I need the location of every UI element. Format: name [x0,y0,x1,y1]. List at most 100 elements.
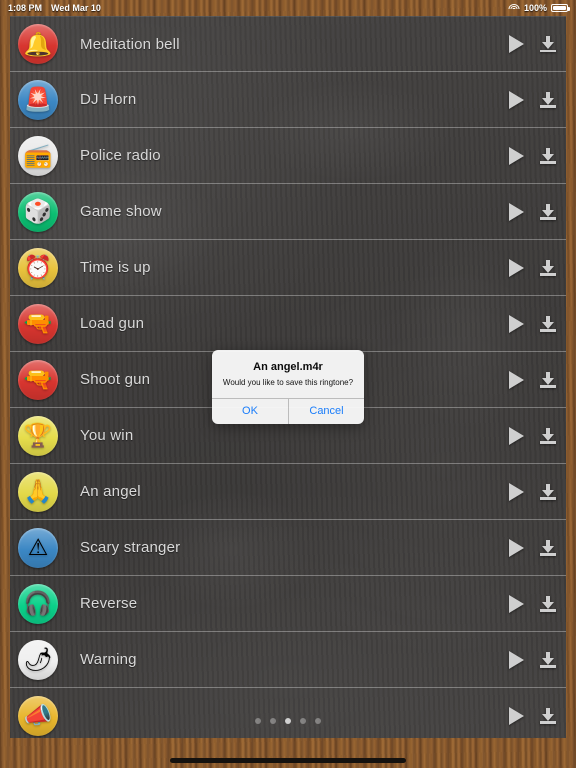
icon-glyph: ⏰ [23,254,53,280]
dialog-title: An angel.m4r [253,361,323,373]
download-icon[interactable] [540,371,556,388]
icon-glyph: 🔔 [23,30,53,57]
save-ringtone-dialog: An angel.m4r Would you like to save this… [212,350,364,424]
play-icon[interactable] [509,370,524,389]
status-time: 1:08 PM [8,3,43,13]
play-icon[interactable] [509,258,524,277]
icon-glyph: ⚠ [27,534,49,560]
list-item-actions [509,258,566,277]
list-item[interactable]: 🙏 An angel [10,464,566,520]
download-icon[interactable] [540,539,556,556]
pistol-dark-icon: 🔫 [18,359,58,400]
headphones-icon: 🎧 [18,583,58,624]
download-icon[interactable] [540,427,556,444]
page-dot[interactable] [300,718,306,724]
icon-glyph: 🚨 [23,86,53,112]
list-item-actions [509,146,566,165]
dice-icon: 🎲 [18,191,58,232]
icon-glyph: 🔫 [23,310,53,336]
icon-glyph: 🔫 [23,366,53,392]
download-icon[interactable] [540,203,556,220]
list-item-actions [509,314,566,333]
page-dot[interactable] [315,718,321,724]
list-item[interactable]: 🌶 Warning [10,632,566,688]
play-icon[interactable] [509,35,524,53]
battery-full-icon [551,4,570,12]
page-dot[interactable] [285,718,291,724]
list-item[interactable]: ⚠ Scary stranger [10,520,566,576]
home-indicator[interactable] [170,758,406,763]
list-item-actions [509,202,566,221]
dialog-message: Would you like to save this ringtone? [222,378,354,387]
play-icon[interactable] [509,146,524,165]
page-dot[interactable] [255,718,261,724]
download-icon[interactable] [540,91,556,108]
list-item-label: Warning [80,651,137,668]
status-bar-right: 100% [508,3,570,13]
play-icon[interactable] [509,202,524,221]
play-icon[interactable] [509,426,524,445]
siren-icon: 🚨 [18,79,58,120]
download-icon[interactable] [540,483,556,500]
device-frame: 1:08 PM Wed Mar 10 100% 🔔 Meditation bell… [0,0,576,768]
list-item-actions [509,482,566,501]
play-icon[interactable] [509,482,524,501]
list-item[interactable]: 🎧 Reverse [10,576,566,632]
list-item-label: Scary stranger [80,539,181,556]
download-icon[interactable] [540,595,556,612]
list-item-label: An angel [80,483,141,500]
list-item-actions [509,538,566,557]
status-bar: 1:08 PM Wed Mar 10 100% [0,0,576,16]
radio-icon: 📻 [18,135,58,176]
icon-glyph: 🎧 [23,590,53,616]
icon-glyph: 🎲 [23,198,53,224]
download-icon[interactable] [540,315,556,332]
page-dot[interactable] [270,718,276,724]
icon-glyph: 🏆 [23,422,53,448]
list-item[interactable]: 📣 [10,688,566,738]
list-item-actions [509,650,566,669]
download-icon[interactable] [540,147,556,164]
warning-triangle-icon: ⚠ [18,527,58,568]
download-icon[interactable] [540,259,556,276]
list-item-actions [509,594,566,613]
icon-glyph: 🌶 [23,646,53,672]
list-item-actions [509,370,566,389]
list-item-label: You win [80,427,134,444]
list-item[interactable]: 🚨 DJ Horn [10,72,566,128]
list-item-label: Time is up [80,259,151,276]
list-item-actions [509,426,566,445]
praying-hands-icon: 🙏 [18,471,58,512]
dialog-body: An angel.m4r Would you like to save this… [212,350,364,398]
play-icon[interactable] [509,314,524,333]
play-icon[interactable] [509,594,524,613]
list-item-label: Load gun [80,315,145,332]
download-icon[interactable] [540,36,556,52]
list-item-label: Reverse [80,595,138,612]
list-item-label: DJ Horn [80,91,137,108]
list-item-label: Meditation bell [80,35,180,53]
list-item-actions [509,35,566,53]
list-item[interactable]: 📻 Police radio [10,128,566,184]
list-item[interactable]: 🔔 Meditation bell [10,16,566,72]
icon-glyph: 📻 [23,142,53,168]
bell-icon: 🔔 [18,24,58,64]
play-icon[interactable] [509,650,524,669]
trophy-icon: 🏆 [18,415,58,456]
wifi-icon [508,3,520,13]
list-item-label: Police radio [80,147,161,164]
page-indicator[interactable] [10,718,566,724]
chili-pepper-icon: 🌶 [18,639,58,680]
list-item[interactable]: 🔫 Load gun [10,296,566,352]
alarm-clock-icon: ⏰ [18,247,58,288]
ok-button[interactable]: OK [212,399,288,424]
pistol-green-icon: 🔫 [18,303,58,344]
play-icon[interactable] [509,90,524,109]
list-item-actions [509,90,566,109]
list-item[interactable]: 🎲 Game show [10,184,566,240]
play-icon[interactable] [509,538,524,557]
list-item-label: Game show [80,203,162,220]
download-icon[interactable] [540,651,556,668]
cancel-button[interactable]: Cancel [288,399,364,424]
list-item[interactable]: ⏰ Time is up [10,240,566,296]
